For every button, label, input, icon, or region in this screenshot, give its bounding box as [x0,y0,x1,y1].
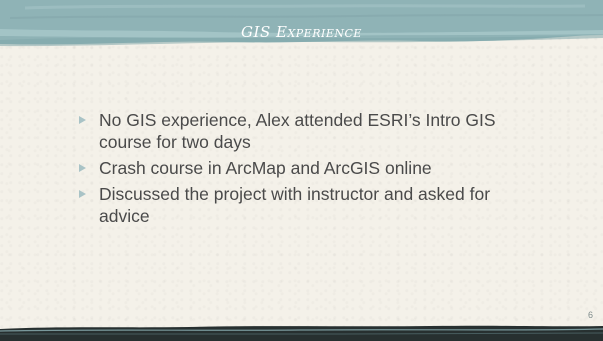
bullet-text: Discussed the project with instructor an… [99,184,491,226]
bullet-text: Crash course in ArcMap and ArcGIS online [99,158,432,178]
bullet-item: Crash course in ArcMap and ArcGIS online [79,157,539,179]
bullet-arrow-icon [79,190,86,198]
bullet-arrow-icon [79,164,86,172]
bullet-item: Discussed the project with instructor an… [79,183,539,227]
bullet-item: No GIS experience, Alex attended ESRI’s … [79,109,539,153]
page-number: 6 [587,310,593,320]
bullet-list: No GIS experience, Alex attended ESRI’s … [79,109,539,231]
footer-brush-band [0,325,603,341]
bullet-text: No GIS experience, Alex attended ESRI’s … [99,110,496,152]
slide-title: GIS Experience [241,23,362,41]
presentation-slide: GIS Experience No GIS experience, Alex a… [0,0,603,341]
bullet-arrow-icon [79,116,86,124]
